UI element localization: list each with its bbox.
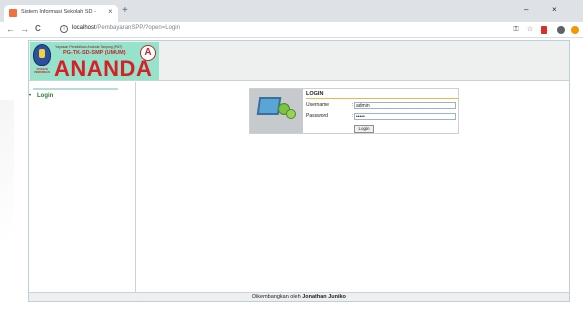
crest-caption: YAYASAN PENDIDIKAN: [34, 68, 50, 74]
sidebar-item-login[interactable]: Login: [37, 93, 53, 99]
header-banner: YAYASAN PENDIDIKAN Yayasan Pendidikan An…: [30, 42, 159, 81]
password-input[interactable]: [354, 113, 456, 120]
username-input[interactable]: [354, 102, 456, 109]
reload-button[interactable]: C: [35, 24, 41, 33]
site-footer: Dikembangkan oleh Jonathan Juniko: [29, 292, 569, 301]
back-button[interactable]: ←: [6, 24, 15, 34]
main-content: LOGIN Username : Password : Login: [137, 82, 569, 292]
profile-icon[interactable]: [557, 26, 565, 34]
login-title: LOGIN: [306, 91, 458, 99]
browser-toolbar: ← → C i localhost/PembayaranSPP/?open=Lo…: [0, 22, 583, 38]
footer-author: Jonathan Juniko: [302, 294, 346, 300]
site-header: YAYASAN PENDIDIKAN Yayasan Pendidikan An…: [29, 41, 569, 81]
brand-title: ANANDA: [54, 56, 153, 81]
close-window-button[interactable]: ×: [552, 5, 557, 14]
sidebar-divider: [33, 88, 118, 90]
tab-title: Sistem Informasi Sekolah SD -: [21, 9, 96, 15]
school-crest-logo: [33, 44, 51, 66]
brand-a-logo: A: [140, 45, 156, 61]
browser-tabstrip: Sistem Informasi Sekolah SD - × + – ×: [0, 0, 583, 22]
login-illustration: [250, 89, 303, 133]
username-label: Username: [306, 102, 330, 108]
sidebar: • Login: [29, 82, 136, 292]
minimize-button[interactable]: –: [524, 5, 528, 14]
address-bar[interactable]: i localhost/PembayaranSPP/?open=Login: [60, 23, 490, 36]
site-favicon-icon: [9, 9, 17, 17]
globe-small-icon: [286, 109, 296, 119]
login-button[interactable]: Login: [354, 125, 374, 133]
forward-button[interactable]: →: [20, 24, 29, 34]
site-info-icon[interactable]: i: [60, 25, 68, 33]
browser-tab[interactable]: Sistem Informasi Sekolah SD - ×: [4, 5, 118, 22]
url-text: localhost/PembayaranSPP/?open=Login: [72, 25, 180, 31]
footer-prefix: Dikembangkan oleh: [252, 294, 303, 300]
bullet-icon: •: [29, 93, 32, 99]
star-icon[interactable]: ☆: [526, 26, 534, 34]
key-icon[interactable]: ⚿: [512, 26, 520, 34]
foundation-name: Yayasan Pendidikan Ananda Tanjung (PAT): [55, 45, 123, 49]
site-frame: YAYASAN PENDIDIKAN Yayasan Pendidikan An…: [28, 40, 570, 302]
page-watermark: [0, 100, 14, 300]
update-icon[interactable]: [571, 26, 579, 34]
login-panel: LOGIN Username : Password : Login: [249, 88, 459, 134]
extension-icon[interactable]: [541, 26, 547, 34]
tab-close-icon[interactable]: ×: [108, 7, 113, 16]
new-tab-button[interactable]: +: [122, 5, 128, 16]
password-label: Password: [306, 113, 328, 119]
